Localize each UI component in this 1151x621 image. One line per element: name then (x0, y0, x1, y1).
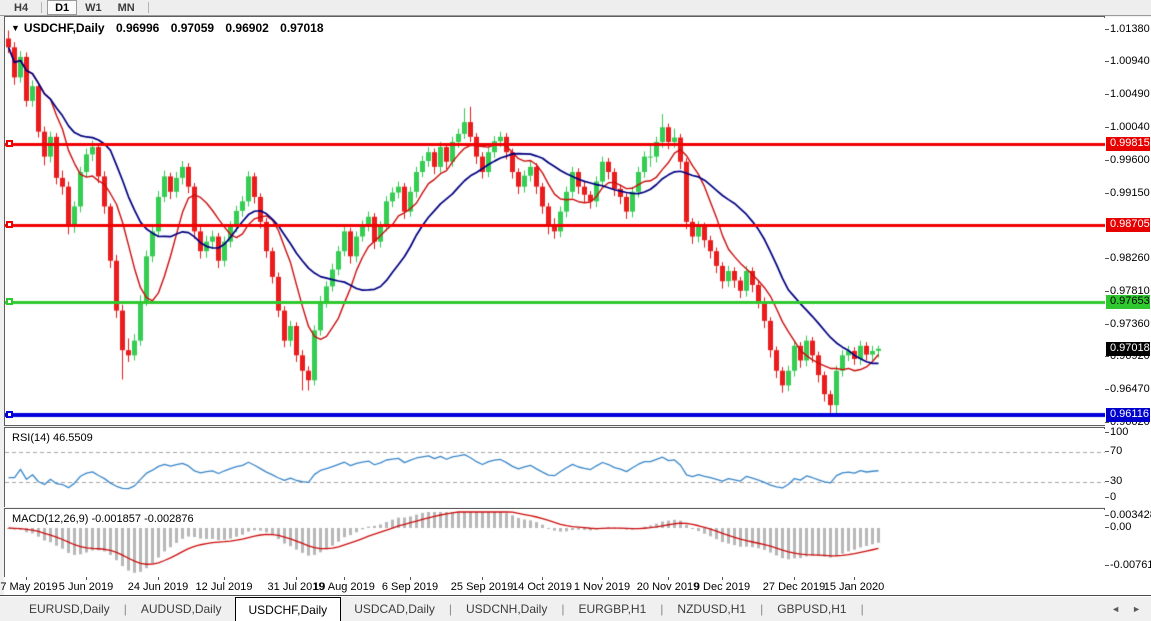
hline-handle[interactable] (6, 221, 13, 228)
time-axis-label: 5 Jun 2019 (59, 581, 113, 593)
time-axis-label: 14 Oct 2019 (512, 581, 572, 593)
price-line-badge: 0.96116 (1106, 408, 1150, 422)
hline-handle[interactable] (6, 298, 13, 305)
time-axis-tick (26, 577, 27, 580)
time-axis-tick (668, 577, 669, 580)
time-axis-label: 15 Jan 2020 (824, 581, 885, 593)
quote-open: 0.96996 (116, 21, 159, 35)
chart-tab-usdcad[interactable]: USDCAD,Daily (341, 596, 448, 621)
price-tick: 0.96470 (1110, 383, 1150, 395)
rsi-axis-tick: 30 (1110, 475, 1122, 487)
price-line-badge: 0.97653 (1106, 295, 1150, 309)
time-axis[interactable]: 17 May 20195 Jun 201924 Jun 201912 Jul 2… (4, 577, 1105, 595)
price-tick: 0.99150 (1110, 187, 1150, 199)
chart-tab-usdchf[interactable]: USDCHF,Daily (235, 597, 342, 621)
price-tick: 0.98260 (1110, 252, 1150, 264)
tabs-scroll-right-icon[interactable]: ► (1132, 603, 1141, 615)
time-axis-tick (854, 577, 855, 580)
chart-symbol-label: USDCHF,Daily (24, 21, 105, 35)
quote-close: 0.97018 (280, 21, 323, 35)
time-axis-tick (86, 577, 87, 580)
price-tick: 1.00940 (1110, 55, 1150, 67)
tabs-scroll-left-icon[interactable]: ◄ (1111, 603, 1120, 615)
rsi-axis-tick: 100 (1110, 426, 1128, 438)
price-line-badge: 0.97018 (1106, 342, 1150, 356)
time-axis-label: 6 Sep 2019 (382, 581, 438, 593)
macd-axis-tick: 0.003428 (1110, 509, 1151, 521)
chart-tab-eurgbp[interactable]: EURGBP,H1 (565, 596, 659, 621)
symbol-dropdown-icon: ▼ (11, 23, 20, 33)
time-axis-label: 20 Nov 2019 (637, 581, 699, 593)
price-tick: 1.01380 (1110, 23, 1150, 35)
chart-tab-eurusd[interactable]: EURUSD,Daily (16, 596, 123, 621)
quote-low: 0.96902 (225, 21, 268, 35)
chart-tab-audusd[interactable]: AUDUSD,Daily (128, 596, 235, 621)
time-axis-tick (410, 577, 411, 580)
time-axis-label: 12 Jul 2019 (196, 581, 253, 593)
price-line-badge: 0.98705 (1106, 218, 1150, 232)
timeframe-button-w1[interactable]: W1 (77, 0, 110, 15)
price-tick: 1.00040 (1110, 121, 1150, 133)
time-axis-tick (158, 577, 159, 580)
time-axis-label: 19 Aug 2019 (313, 581, 375, 593)
mt4-window: H4 D1W1MN ▼ USDCHF,Daily 0.96996 0.97059 0… (0, 0, 1151, 621)
macd-label: MACD(12,26,9) -0.001857 -0.002876 (12, 513, 194, 525)
price-tick: 0.97360 (1110, 318, 1150, 330)
hline-handle[interactable] (6, 140, 13, 147)
time-axis-tick (794, 577, 795, 580)
timeframe-button-mn[interactable]: MN (110, 0, 143, 15)
hline-handle[interactable] (6, 411, 13, 418)
time-axis-label: 27 Dec 2019 (763, 581, 825, 593)
timeframe-button-h4[interactable]: H4 (6, 0, 36, 15)
time-axis-tick (722, 577, 723, 580)
time-axis-label: 25 Sep 2019 (451, 581, 513, 593)
price-tick: 1.00490 (1110, 88, 1150, 100)
rsi-label: RSI(14) 46.5509 (12, 432, 93, 444)
time-axis-tick (296, 577, 297, 580)
rsi-canvas[interactable] (5, 429, 1105, 507)
chart-tabs: EURUSD,Daily|AUDUSD,DailyUSDCHF,DailyUSD… (0, 595, 1151, 621)
main-chart-canvas[interactable] (5, 18, 1105, 425)
macd-pane: MACD(12,26,9) -0.001857 -0.002876 (4, 508, 1105, 578)
chart-tab-nzdusd[interactable]: NZDUSD,H1 (664, 596, 759, 621)
rsi-pane: RSI(14) 46.5509 (4, 427, 1105, 507)
timeframe-button-d1[interactable]: D1 (47, 0, 77, 15)
chart-title: ▼ USDCHF,Daily 0.96996 0.97059 0.96902 0.… (11, 21, 324, 35)
time-axis-label: 17 May 2019 (0, 581, 58, 593)
time-axis-label: 24 Jun 2019 (128, 581, 189, 593)
macd-axis-tick: -0.007615 (1110, 559, 1151, 571)
main-chart-pane: ▼ USDCHF,Daily 0.96996 0.97059 0.96902 0.… (4, 16, 1105, 426)
tab-scroll-arrows: ◄ ► (1111, 603, 1141, 615)
time-axis-label: 9 Dec 2019 (694, 581, 750, 593)
timeframe-toolbar: H4 D1W1MN (0, 0, 1151, 16)
price-tick: 0.99600 (1110, 154, 1150, 166)
time-axis-tick (224, 577, 225, 580)
rsi-axis-tick: 0 (1110, 491, 1116, 503)
chart-tab-usdcnh[interactable]: USDCNH,Daily (453, 596, 560, 621)
price-axis[interactable]: 1.01380 1.00940 1.00490 1.00040 0.99600 0.991… (1105, 17, 1151, 595)
toolbar-separator (148, 2, 149, 13)
time-axis-tick (482, 577, 483, 580)
quote-high: 0.97059 (171, 21, 214, 35)
tab-separator: | (860, 596, 865, 621)
chart-tab-gbpusd[interactable]: GBPUSD,H1 (764, 596, 859, 621)
rsi-axis-tick: 70 (1110, 445, 1122, 457)
time-axis-tick (542, 577, 543, 580)
macd-axis-tick: 0.00 (1110, 521, 1131, 533)
time-axis-tick (344, 577, 345, 580)
time-axis-label: 1 Nov 2019 (574, 581, 630, 593)
time-axis-tick (602, 577, 603, 580)
price-line-badge: 0.99815 (1106, 137, 1150, 151)
toolbar-separator (41, 2, 42, 13)
